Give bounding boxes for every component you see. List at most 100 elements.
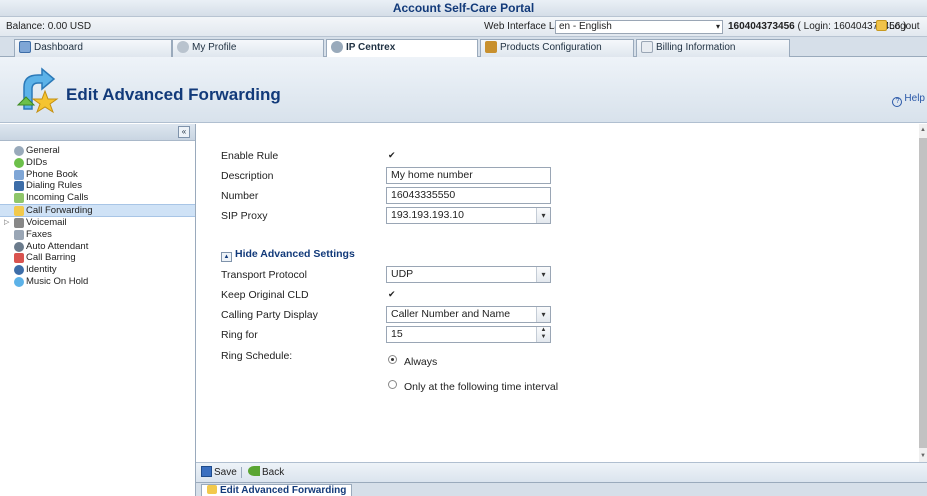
help-label: Help — [904, 93, 925, 104]
tab-products-configuration[interactable]: Products Configuration — [480, 39, 634, 57]
back-arrow-icon — [248, 466, 260, 476]
chevron-down-icon: ▾ — [715, 22, 720, 31]
ring-for-stepper[interactable]: 15 ▲ ▼ — [386, 326, 551, 343]
sidebar-nav: General DIDs Phone Book Dialing Rules In… — [0, 141, 195, 288]
ring-schedule-always-radio[interactable] — [388, 355, 397, 364]
chevron-down-icon: ▾ — [536, 208, 550, 223]
expand-icon[interactable]: ▷ — [4, 217, 9, 229]
description-input[interactable]: My home number — [386, 167, 551, 184]
save-icon — [201, 466, 212, 477]
calling-party-display-label: Calling Party Display — [221, 309, 318, 321]
scroll-up-icon[interactable]: ▲ — [919, 126, 927, 134]
window-title: Account Self-Care Portal — [0, 0, 927, 17]
ring-schedule-label: Ring Schedule: — [221, 350, 293, 362]
identity-icon — [14, 265, 24, 276]
ring-schedule-always-label: Always — [404, 356, 438, 368]
account-number: 160404373456 — [728, 21, 795, 32]
ring-schedule-interval-radio[interactable] — [388, 380, 397, 389]
tab-ip-centrex[interactable]: IP Centrex — [326, 39, 478, 58]
sidebar-item-dids[interactable]: DIDs — [0, 157, 195, 169]
tab-my-profile[interactable]: My Profile — [172, 39, 324, 57]
products-icon — [485, 41, 497, 53]
sip-proxy-label: SIP Proxy — [221, 210, 268, 222]
fax-icon — [14, 229, 24, 240]
description-label: Description — [221, 170, 274, 182]
tab-label: Billing Information — [656, 42, 736, 53]
bottom-tab-strip: Edit Advanced Forwarding — [196, 482, 927, 496]
ring-for-label: Ring for — [221, 329, 258, 341]
call-forwarding-icon — [207, 485, 217, 494]
calling-party-display-select[interactable]: Caller Number and Name ▾ — [386, 306, 551, 323]
scroll-down-icon[interactable]: ▼ — [919, 452, 927, 460]
sidebar-item-incoming-calls[interactable]: Incoming Calls — [0, 192, 195, 204]
ring-schedule-interval-label: Only at the following time interval — [404, 381, 559, 393]
balance-text: Balance: 0.00 USD — [6, 21, 92, 32]
language-value: en - English — [559, 21, 612, 32]
chevron-down-icon: ▾ — [536, 307, 550, 322]
hide-advanced-settings-toggle[interactable]: ▲ Hide Advanced Settings — [221, 248, 355, 262]
chevron-down-icon: ▾ — [536, 267, 550, 282]
dashboard-icon — [19, 41, 31, 53]
number-input[interactable]: 16043335550 — [386, 187, 551, 204]
page-title: Edit Advanced Forwarding — [66, 85, 281, 104]
info-bar: Balance: 0.00 USD Web Interface Language… — [0, 17, 927, 37]
call-forwarding-icon — [16, 67, 59, 114]
page-header: Edit Advanced Forwarding ? Help — [0, 57, 927, 123]
tab-edit-advanced-forwarding[interactable]: Edit Advanced Forwarding — [201, 484, 353, 496]
sidebar-item-identity[interactable]: Identity — [0, 264, 195, 276]
dialing-rules-icon — [14, 181, 24, 192]
tab-billing-information[interactable]: Billing Information — [636, 39, 790, 57]
sidebar-item-music-on-hold[interactable]: Music On Hold — [0, 276, 195, 288]
dids-icon — [14, 157, 24, 168]
content-scrollbar[interactable]: ▲ ▼ — [919, 124, 927, 462]
sidebar-item-faxes[interactable]: Faxes — [0, 229, 195, 241]
user-icon — [177, 41, 189, 53]
main-tabs: Dashboard My Profile IP Centrex Products… — [0, 37, 927, 58]
gear-icon — [14, 146, 24, 156]
gear-icon — [331, 41, 343, 53]
sidebar-header: « — [0, 124, 195, 141]
action-toolbar: Save Back — [196, 462, 927, 482]
sidebar-item-call-barring[interactable]: Call Barring — [0, 252, 195, 264]
sidebar: « General DIDs Phone Book Dialing Rules … — [0, 124, 196, 496]
sidebar-item-call-forwarding[interactable]: Call Forwarding — [0, 203, 195, 217]
call-barring-icon — [14, 253, 24, 264]
scroll-thumb[interactable] — [919, 138, 927, 448]
phone-book-icon — [14, 169, 24, 180]
collapse-triangle-icon: ▲ — [221, 252, 232, 262]
toolbar-divider — [241, 467, 242, 478]
music-icon — [14, 276, 24, 287]
sidebar-item-general[interactable]: General — [0, 145, 195, 157]
lock-icon — [876, 20, 887, 31]
logout-label: Logout — [889, 21, 920, 32]
sip-proxy-select[interactable]: 193.193.193.10 ▾ — [386, 207, 551, 224]
stepper-arrows-icon[interactable]: ▲ ▼ — [536, 327, 550, 342]
voicemail-icon — [14, 217, 24, 228]
tab-label: Products Configuration — [500, 42, 602, 53]
logout-button[interactable]: Logout — [876, 17, 920, 37]
sidebar-item-voicemail[interactable]: ▷ Voicemail — [0, 217, 195, 229]
back-button[interactable]: Back — [248, 463, 284, 482]
number-label: Number — [221, 190, 259, 202]
help-link[interactable]: ? Help — [892, 93, 925, 107]
help-icon: ? — [892, 97, 903, 107]
collapse-sidebar-button[interactable]: « — [178, 126, 190, 138]
keep-original-cld-checkbox[interactable]: ✔ — [388, 290, 397, 299]
tab-label: Dashboard — [34, 42, 83, 53]
language-select[interactable]: en - English ▾ — [555, 20, 723, 34]
incoming-calls-icon — [14, 193, 24, 204]
save-button[interactable]: Save — [201, 463, 237, 482]
tab-label: IP Centrex — [346, 42, 396, 53]
tab-label: My Profile — [192, 42, 237, 53]
sidebar-item-auto-attendant[interactable]: Auto Attendant — [0, 241, 195, 253]
transport-protocol-label: Transport Protocol — [221, 269, 307, 281]
auto-attendant-icon — [14, 241, 24, 252]
sidebar-item-phone-book[interactable]: Phone Book — [0, 169, 195, 181]
enable-rule-checkbox[interactable]: ✔ — [388, 151, 397, 160]
sidebar-item-dialing-rules[interactable]: Dialing Rules — [0, 180, 195, 192]
document-icon — [641, 41, 653, 53]
keep-original-cld-label: Keep Original CLD — [221, 289, 309, 301]
call-forwarding-icon — [14, 205, 24, 216]
tab-dashboard[interactable]: Dashboard — [14, 39, 172, 57]
transport-protocol-select[interactable]: UDP ▾ — [386, 266, 551, 283]
